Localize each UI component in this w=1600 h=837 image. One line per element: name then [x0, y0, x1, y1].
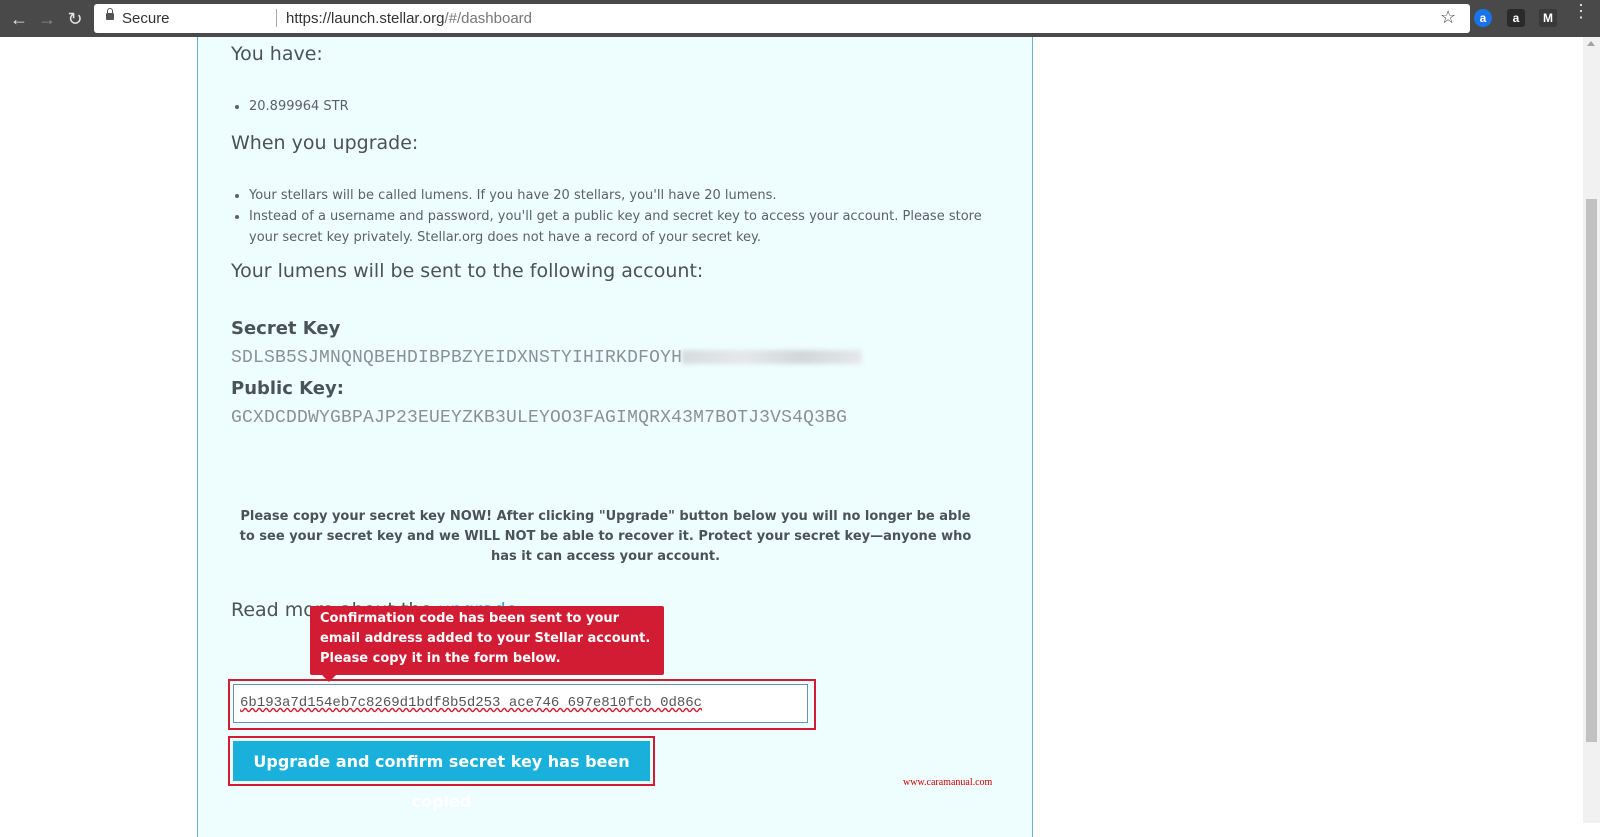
star-icon[interactable]: ☆	[1440, 7, 1456, 28]
upgrade-point: Your stellars will be called lumens. If …	[249, 185, 984, 206]
secret-key-label: Secret Key	[231, 318, 341, 339]
upgrade-heading: When you upgrade:	[231, 132, 419, 154]
public-key-label: Public Key:	[231, 378, 344, 399]
reload-icon[interactable]: ↻	[64, 8, 86, 30]
secret-key-value: SDLSB5SJMNQNQBEHDIBPBZYEIDXNSTYIHIRKDFOY…	[231, 348, 863, 368]
extension-amazon-icon[interactable]: a	[1507, 9, 1525, 27]
upgrade-button-highlight: Upgrade and confirm secret key has been …	[228, 736, 655, 811]
forward-icon[interactable]: →	[36, 8, 58, 30]
watermark-text: www.caramanual.com	[903, 777, 993, 788]
public-key-value: GCXDCDDWYGBPAJP23EUEYZKB3ULEYOO3FAGIMQRX…	[231, 408, 848, 428]
upgrade-button[interactable]: Upgrade and confirm secret key has been …	[233, 741, 650, 811]
url-host: https://launch.stellar.org	[286, 10, 445, 27]
scroll-up-icon[interactable]	[1587, 41, 1595, 46]
browser-toolbar: ← → ↻ Secure https://launch.stellar.org/…	[0, 0, 1600, 37]
page-scrollbar[interactable]	[1583, 37, 1600, 823]
extension-m-icon[interactable]: M	[1539, 9, 1557, 27]
url-path: /#/dashboard	[444, 10, 533, 27]
lock-icon	[106, 8, 114, 20]
upgrade-panel: You have: 20.899964 STR When you upgrade…	[197, 37, 1033, 837]
address-separator	[276, 9, 277, 27]
extension-a-icon[interactable]: a	[1474, 9, 1492, 27]
account-heading: Your lumens will be sent to the followin…	[231, 260, 704, 282]
confirmation-code-input[interactable]: 6b193a7d154eb7c8269d1bdf8b5d253 ace746 6…	[233, 684, 808, 723]
redacted-blur	[682, 350, 863, 365]
back-icon[interactable]: ←	[8, 8, 30, 30]
upgrade-point: Instead of a username and password, you'…	[249, 206, 984, 248]
secure-label: Secure	[122, 10, 170, 27]
confirmation-input-highlight: 6b193a7d154eb7c8269d1bdf8b5d253 ace746 6…	[228, 679, 816, 730]
upgrade-points-list: Your stellars will be called lumens. If …	[249, 185, 984, 248]
secret-key-warning: Please copy your secret key NOW! After c…	[239, 509, 972, 564]
balance-list: 20.899964 STR	[249, 96, 349, 117]
address-bar[interactable]: Secure https://launch.stellar.org/#/dash…	[94, 4, 1470, 33]
balance-item: 20.899964 STR	[249, 96, 349, 117]
secret-key-text: SDLSB5SJMNQNQBEHDIBPBZYEIDXNSTYIHIRKDFOY…	[231, 348, 683, 368]
scroll-thumb[interactable]	[1586, 199, 1597, 742]
more-menu-icon[interactable]: ⋮	[1572, 2, 1590, 20]
you-have-heading: You have:	[231, 43, 323, 65]
url-text[interactable]: https://launch.stellar.org/#/dashboard	[286, 10, 532, 27]
confirmation-tooltip: Confirmation code has been sent to your …	[310, 606, 664, 682]
